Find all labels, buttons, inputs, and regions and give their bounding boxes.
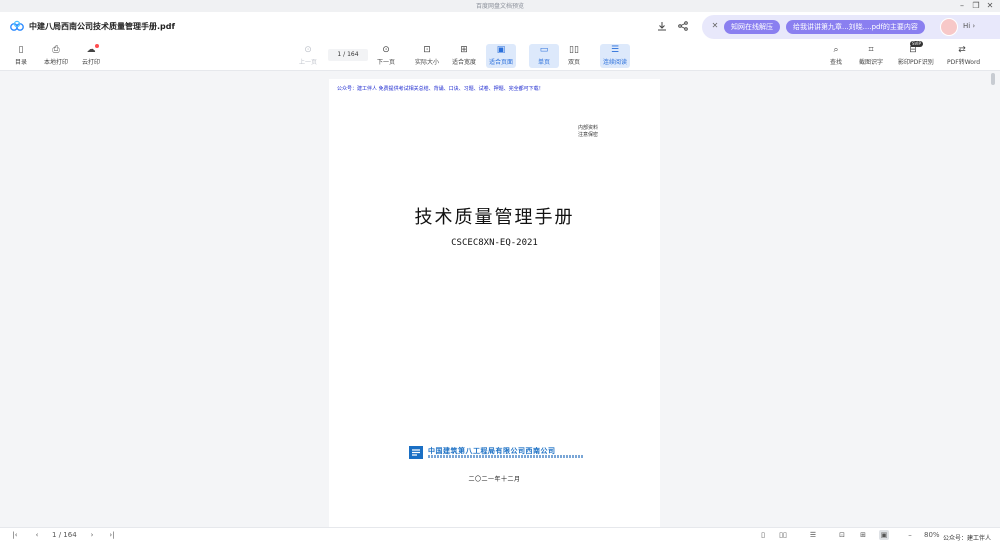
toc-label: 目录 [14,59,27,66]
search-button[interactable]: ⌕ 查找 [821,44,851,68]
fit-width-button[interactable]: ⊞ 适合宽度 [449,44,479,68]
chevron-up-icon: ⊙ [304,45,312,55]
ai-greeting[interactable]: Hi › [963,22,975,30]
public-account-line: 公众号：建工伴人 免费提供考试相关总结、背诵、口诀、习题、试卷、押题、完全都可下… [337,86,544,92]
status-page-total: / 164 [58,531,77,539]
document-header: 中建八局西南公司技术质量管理手册.pdf ✕ 知网在线解压 给我讲讲第九章...… [0,12,1000,40]
status-bar: |‹ ‹ 1 / 164 › ›| ▯ ▯▯ ☰ ⊡ ⊞ ▣ – 80% 公众号… [0,527,1000,541]
zoom-level[interactable]: 80% [924,530,940,540]
fit-page-status-icon[interactable]: ▣ [879,530,889,540]
window-title: 百度网盘文档预览 [475,3,524,10]
fit-page-icon: ▣ [496,45,506,55]
ai-suggestion-chip[interactable]: 知网在线解压 [724,20,780,34]
close-window-button[interactable]: ✕ [984,1,996,11]
last-page-icon[interactable]: ›| [107,530,117,540]
restore-button[interactable]: ❐ [970,1,982,11]
continuous-read-label: 连续阅读 [602,59,627,66]
pdf-to-word-button[interactable]: ⇄ PDF转Word [947,44,981,68]
prev-page-label: 上一页 [298,59,317,66]
cloud-print-label: 云打印 [81,59,100,66]
window-titlebar: 百度网盘文档预览 – ❐ ✕ [0,0,1000,12]
actual-size-icon: ⊡ [423,45,431,55]
page-number-input[interactable]: 1 / 164 [328,49,368,61]
company-english-name [428,455,584,458]
internal-note: 内部资料 注意保密 [578,125,598,139]
pdf-page: 公众号：建工伴人 免费提供考试相关总结、背诵、口诀、习题、试卷、押题、完全都可下… [329,79,660,527]
viewer-toolbar: ▯ 目录 ⎙ 本地打印 ☁ 云打印 ⊙ 上一页 1 / 164 ⊙ 下一页 ⊡ … [0,40,1000,71]
single-page-icon: ▭ [539,45,549,55]
local-print-label: 本地打印 [43,59,68,66]
share-icon[interactable] [676,19,690,33]
document-title: 中建八局西南公司技术质量管理手册.pdf [29,22,175,31]
single-page-label: 单页 [537,59,550,66]
svip-badge: SVIP [910,41,923,47]
manual-code: CSCEC8XN-EQ-2021 [451,238,538,248]
screenshot-ocr-icon: ⌗ [868,45,874,55]
cloud-print-button[interactable]: ☁ 云打印 [76,44,106,68]
single-view-icon[interactable]: ▯ [758,530,768,540]
ai-assistant-bar: ✕ 知网在线解压 给我讲讲第九章...刘晓....pdf的主要内容 Hi › [702,15,1000,39]
search-icon: ⌕ [833,45,839,55]
page-total: / 164 [343,51,359,58]
double-page-button[interactable]: ▯▯ 双页 [559,44,589,68]
continuous-read-button[interactable]: ☰ 连续阅读 [600,44,630,68]
pdf-to-word-label: PDF转Word [947,59,981,66]
status-page-current: 1 [52,531,57,539]
fit-page-button[interactable]: ▣ 适合页面 [486,44,516,68]
zoom-out-icon[interactable]: – [905,530,915,540]
print-icon: ⎙ [52,45,60,55]
prev-page-icon[interactable]: ‹ [32,530,42,540]
double-view-icon[interactable]: ▯▯ [778,530,788,540]
status-page-indicator[interactable]: 1 / 164 [52,530,77,540]
sidebar-icon: ▯ [18,45,24,55]
prev-page-button[interactable]: ⊙ 上一页 [293,44,323,68]
document-date: 二〇二一年十二月 [468,476,521,483]
first-page-icon[interactable]: |‹ [10,530,20,540]
watermark-text: 公众号：建工伴人 [943,535,992,541]
double-page-icon: ▯▯ [569,45,579,55]
ai-suggestion-chip[interactable]: 给我讲讲第九章...刘晓....pdf的主要内容 [786,20,925,34]
double-page-label: 双页 [567,59,580,66]
scan-pdf-label: 影印PDF识别 [898,59,934,66]
fit-page-label: 适合页面 [488,59,513,66]
next-page-label: 下一页 [376,59,395,66]
cloud-print-icon: ☁ [86,45,96,55]
screenshot-ocr-button[interactable]: ⌗ 截图识字 [856,44,886,68]
minimize-button[interactable]: – [956,1,968,11]
actual-size-label: 实际大小 [414,59,439,66]
fit-width-icon: ⊞ [460,45,468,55]
next-page-icon[interactable]: › [87,530,97,540]
toc-button[interactable]: ▯ 目录 [6,44,36,68]
baidu-netdisk-logo-icon [10,20,24,31]
chevron-down-icon: ⊙ [382,45,390,55]
actual-size-button[interactable]: ⊡ 实际大小 [412,44,442,68]
fit-width-label: 适合宽度 [451,59,476,66]
document-viewport[interactable]: 公众号：建工伴人 免费提供考试相关总结、背诵、口诀、习题、试卷、押题、完全都可下… [0,71,1000,527]
manual-title: 技术质量管理手册 [414,207,575,228]
internal-note-line: 内部资料 [578,125,599,131]
page-current: 1 [337,51,342,58]
cscec-logo-icon [409,446,423,459]
continuous-icon: ☰ [610,45,620,55]
next-page-button[interactable]: ⊙ 下一页 [371,44,401,68]
local-print-button[interactable]: ⎙ 本地打印 [41,44,71,68]
download-icon[interactable] [655,19,669,33]
scrollbar-thumb[interactable] [991,73,995,85]
search-label: 查找 [829,59,842,66]
single-page-button[interactable]: ▭ 单页 [529,44,559,68]
ai-bar-close-icon[interactable]: ✕ [710,21,720,30]
scan-pdf-button[interactable]: ⊟ 影印PDF识别 [898,44,934,68]
vertical-scrollbar[interactable] [989,71,997,527]
notification-dot [95,44,99,48]
internal-note-line: 注意保密 [578,132,599,138]
actual-size-status-icon[interactable]: ⊡ [837,530,847,540]
fit-width-status-icon[interactable]: ⊞ [858,530,868,540]
continuous-view-icon[interactable]: ☰ [808,530,818,540]
screenshot-ocr-label: 截图识字 [858,59,883,66]
ai-avatar[interactable] [940,18,958,36]
pdf-to-word-icon: ⇄ [958,45,966,55]
